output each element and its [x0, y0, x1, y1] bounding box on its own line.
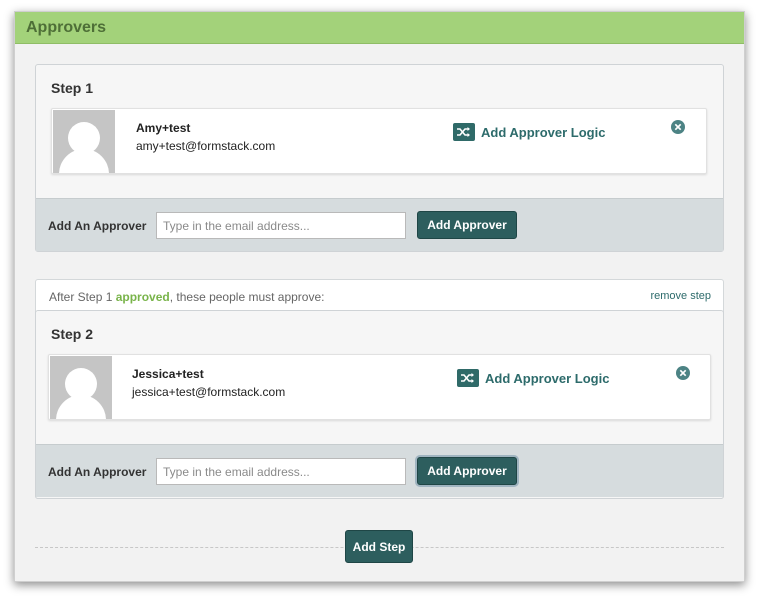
- step-condition-text: After Step 1 approved, these people must…: [49, 290, 324, 304]
- add-approver-logic-button[interactable]: Add Approver Logic: [457, 369, 609, 387]
- approvers-panel: Approvers Step 1 Amy+test amy+test@forms…: [14, 11, 745, 582]
- user-silhouette-icon: [50, 356, 112, 419]
- condition-prefix: After Step 1: [49, 290, 116, 304]
- email-input[interactable]: [156, 458, 406, 485]
- step-2-card: Step 2 Jessica+test jessica+test@formsta…: [35, 310, 724, 499]
- remove-step-link[interactable]: remove step: [650, 290, 711, 302]
- approver-email: jessica+test@formstack.com: [132, 385, 286, 399]
- add-approver-bar: Add An Approver Add Approver: [36, 444, 723, 497]
- email-input[interactable]: [156, 212, 406, 239]
- approver-name: Amy+test: [136, 121, 191, 135]
- user-silhouette-icon: [53, 110, 115, 173]
- step-title: Step 2: [51, 326, 94, 342]
- approver-card: Amy+test amy+test@formstack.com Add Appr…: [51, 108, 707, 174]
- step-1-card: Step 1 Amy+test amy+test@formstack.com A…: [35, 64, 724, 252]
- approver-email: amy+test@formstack.com: [136, 139, 276, 153]
- condition-status: approved: [115, 290, 170, 304]
- add-approver-logic-button[interactable]: Add Approver Logic: [453, 123, 605, 141]
- add-approver-label: Add An Approver: [48, 465, 147, 479]
- add-step-button[interactable]: Add Step: [345, 530, 413, 563]
- add-approver-label: Add An Approver: [48, 219, 147, 233]
- panel-title: Approvers: [26, 18, 107, 36]
- step-title: Step 1: [51, 80, 94, 96]
- condition-suffix: , these people must approve:: [169, 290, 325, 304]
- remove-approver-close-icon[interactable]: [671, 120, 685, 134]
- add-approver-logic-label: Add Approver Logic: [481, 124, 606, 140]
- shuffle-icon: [457, 369, 479, 387]
- add-approver-button[interactable]: Add Approver: [417, 211, 517, 239]
- panel-header: Approvers: [15, 12, 744, 44]
- add-approver-button[interactable]: Add Approver: [417, 457, 517, 485]
- step-2-group: After Step 1 approved, these people must…: [35, 279, 724, 499]
- add-approver-logic-label: Add Approver Logic: [485, 370, 610, 386]
- remove-approver-close-icon[interactable]: [676, 366, 690, 380]
- approver-name: Jessica+test: [132, 367, 204, 381]
- shuffle-icon: [453, 123, 475, 141]
- approver-card: Jessica+test jessica+test@formstack.com …: [48, 354, 711, 420]
- add-approver-bar: Add An Approver Add Approver: [36, 198, 723, 251]
